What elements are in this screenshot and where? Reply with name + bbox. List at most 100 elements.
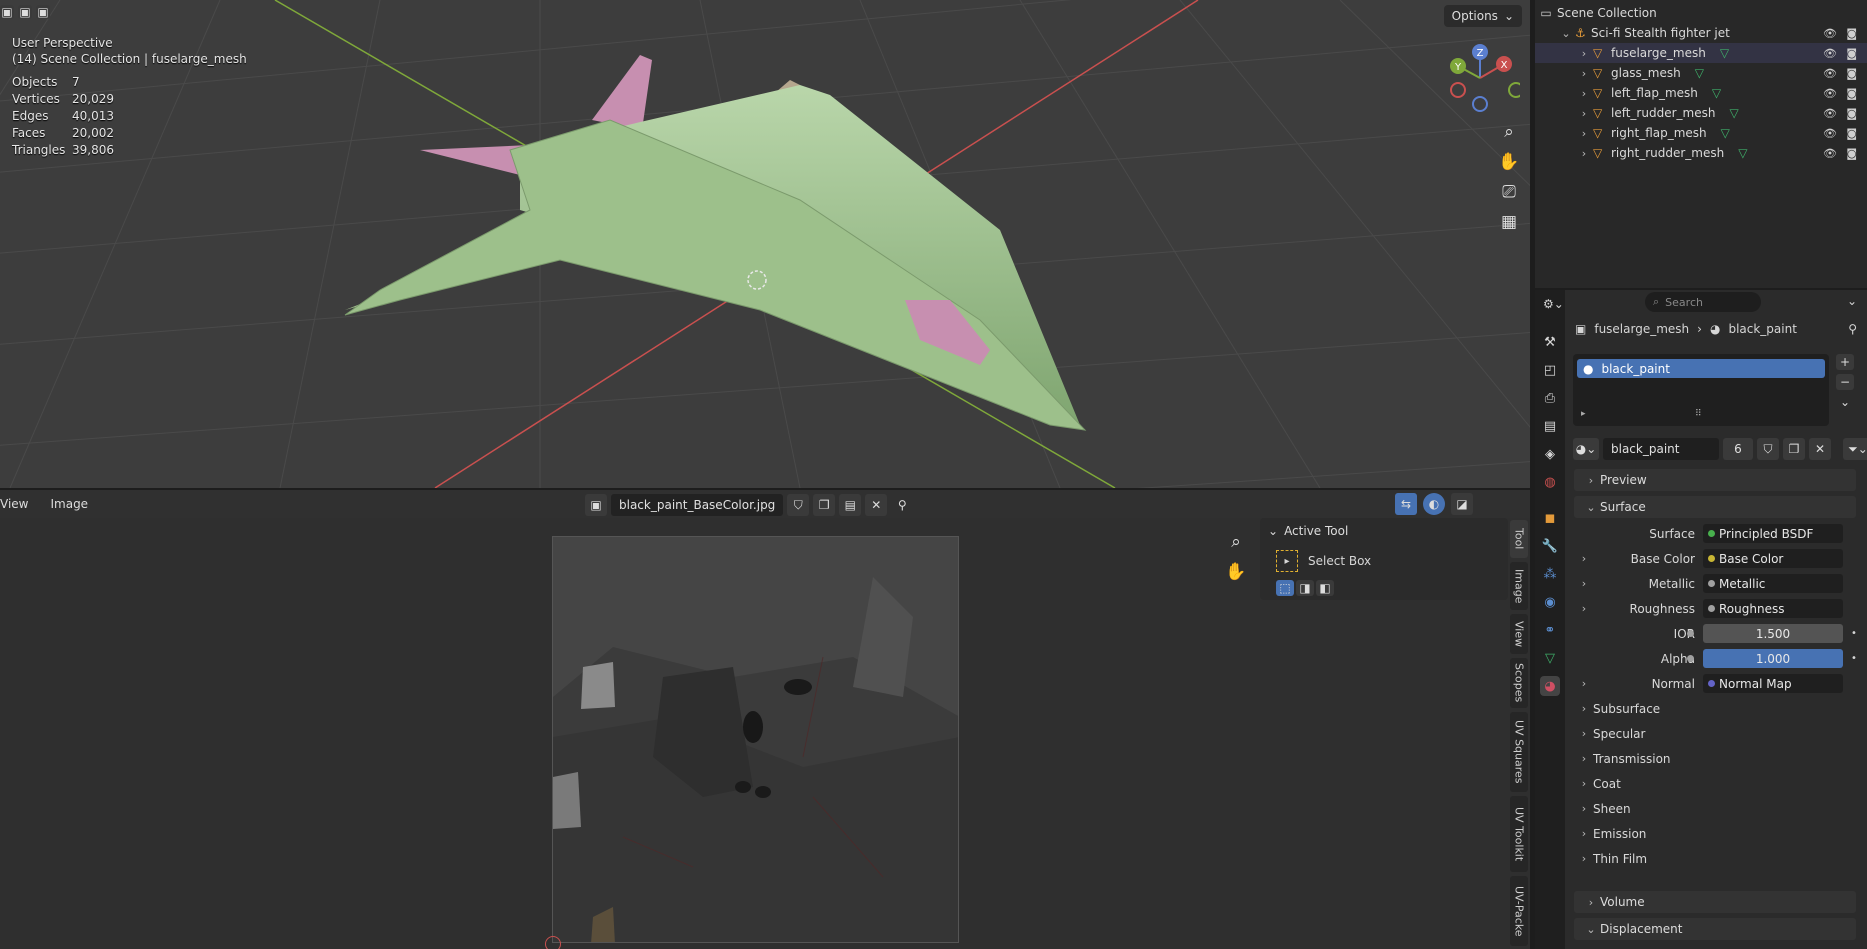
options-dropdown[interactable]: Options ⌄ xyxy=(1443,5,1522,27)
add-slot-icon[interactable]: + xyxy=(1836,354,1854,370)
image-browse-icon[interactable]: ▣ xyxy=(585,494,607,516)
select-subtract-icon[interactable]: ◧ xyxy=(1316,580,1334,596)
fake-user-shield-icon[interactable]: ⛉ xyxy=(787,494,810,516)
chevron-down-icon[interactable]: ⌄ xyxy=(1836,394,1854,410)
socket-dot-icon[interactable] xyxy=(1708,605,1715,612)
pan-hand-icon[interactable]: ✋ xyxy=(1495,148,1523,176)
chevron-right-icon[interactable]: › xyxy=(1575,677,1593,690)
scene-tab-icon[interactable]: ◈ xyxy=(1540,444,1560,464)
keyframe-dot-icon[interactable]: • xyxy=(1851,653,1857,664)
subpanel-header[interactable]: › Sheen xyxy=(1575,798,1631,819)
material-tab-icon[interactable]: ◕ xyxy=(1540,676,1560,696)
socket-dot-icon[interactable] xyxy=(1687,630,1694,637)
resize-handle-icon[interactable]: ⠿ xyxy=(1695,409,1702,419)
socket-dot-icon[interactable] xyxy=(1708,555,1715,562)
camera-icon[interactable]: ◙ xyxy=(1846,147,1857,160)
expand-arrow-icon[interactable]: ▸ xyxy=(1581,409,1586,419)
user-count[interactable]: 6 xyxy=(1723,438,1753,460)
search-input[interactable]: ⌕ Search xyxy=(1645,292,1761,312)
tab-uv-squares[interactable]: UV Squares xyxy=(1510,712,1528,792)
subpanel-header[interactable]: › Coat xyxy=(1575,773,1621,794)
chevron-down-icon[interactable]: ⌄ xyxy=(1847,294,1857,308)
world-tab-icon[interactable]: ◍ xyxy=(1540,472,1560,492)
camera-icon[interactable]: ◙ xyxy=(1846,107,1857,120)
select-mode-icon[interactable]: ▣ xyxy=(36,5,50,19)
surface-row-field[interactable]: 1.500 xyxy=(1687,624,1843,643)
tab-scopes[interactable]: Scopes xyxy=(1510,658,1528,708)
eye-icon[interactable]: 👁 xyxy=(1823,67,1837,80)
material-slots-list[interactable]: ● black_paint ▸ ⠿ xyxy=(1573,354,1829,426)
display-channels-icon[interactable]: ◪ xyxy=(1451,493,1473,515)
outliner-item[interactable]: › ▽ left_rudder_mesh ▽ 👁 ◙ xyxy=(1535,103,1867,123)
close-icon[interactable]: ✕ xyxy=(865,494,888,516)
output-tab-icon[interactable]: ⎙ xyxy=(1540,388,1560,408)
pan-hand-icon[interactable]: ✋ xyxy=(1222,558,1250,586)
select-mode-buttons[interactable]: ⬚ ◨ ◧ xyxy=(1276,580,1334,596)
outliner-root-collection[interactable]: ⌄ ⚓ Sci-fi Stealth fighter jet 👁 ◙ xyxy=(1535,23,1867,43)
eye-icon[interactable]: 👁 xyxy=(1823,107,1837,120)
mesh-data-tab-icon[interactable]: ▽ xyxy=(1540,648,1560,668)
menu-view[interactable]: View xyxy=(0,497,28,511)
render-tab-icon[interactable]: ◰ xyxy=(1540,360,1560,380)
chevron-right-icon[interactable]: › xyxy=(1575,602,1593,615)
socket-dot-icon[interactable] xyxy=(1687,655,1694,662)
camera-icon[interactable]: ◙ xyxy=(1846,127,1857,140)
section-surface[interactable]: ⌄ Surface xyxy=(1574,496,1856,518)
menu-image[interactable]: Image xyxy=(50,497,88,511)
eye-icon[interactable]: 👁 xyxy=(1823,27,1837,40)
select-mode-icon[interactable]: ▣ xyxy=(18,5,32,19)
active-tool-header[interactable]: ⌄ Active Tool xyxy=(1268,524,1348,538)
surface-row-field[interactable]: Principled BSDF xyxy=(1703,524,1843,543)
surface-row-field[interactable]: Roughness xyxy=(1703,599,1843,618)
fake-user-shield-icon[interactable]: ⛉ xyxy=(1757,438,1779,460)
3d-viewport[interactable]: User Perspective (14) Scene Collection |… xyxy=(0,0,1530,488)
section-preview[interactable]: › Preview xyxy=(1574,469,1856,491)
subpanel-header[interactable]: › Subsurface xyxy=(1575,698,1660,719)
tab-view[interactable]: View xyxy=(1510,614,1528,654)
subpanel-header[interactable]: › Thin Film xyxy=(1575,848,1647,869)
camera-icon[interactable]: ◙ xyxy=(1846,47,1857,60)
material-slot[interactable]: ● black_paint xyxy=(1577,359,1825,378)
camera-icon[interactable]: ◙ xyxy=(1846,67,1857,80)
particles-tab-icon[interactable]: ⁂ xyxy=(1540,564,1560,584)
tool-tab-icon[interactable]: ⚒ xyxy=(1540,332,1560,352)
view-layer-tab-icon[interactable]: ▤ xyxy=(1540,416,1560,436)
select-new-icon[interactable]: ⬚ xyxy=(1276,580,1294,596)
tab-uv-packer[interactable]: UV-Packe xyxy=(1510,876,1528,946)
physics-tab-icon[interactable]: ◉ xyxy=(1540,592,1560,612)
constraints-tab-icon[interactable]: ⚭ xyxy=(1540,620,1560,640)
camera-icon[interactable]: ◙ xyxy=(1846,27,1857,40)
duplicate-icon[interactable]: ❐ xyxy=(1783,438,1805,460)
socket-dot-icon[interactable] xyxy=(1708,530,1715,537)
section-displacement[interactable]: ⌄ Displacement xyxy=(1574,918,1856,940)
editor-type-icon[interactable]: ⚙⌄ xyxy=(1543,294,1573,314)
link-mode-icon[interactable]: ⏷⌄ xyxy=(1843,438,1867,460)
eye-icon[interactable]: 👁 xyxy=(1823,127,1837,140)
zoom-icon[interactable]: ⌕ xyxy=(1495,118,1523,146)
surface-row-field[interactable]: Metallic xyxy=(1703,574,1843,593)
zoom-icon[interactable]: ⌕ xyxy=(1222,528,1250,556)
socket-dot-icon[interactable] xyxy=(1708,680,1715,687)
navigation-gizmo[interactable]: Z X Y xyxy=(1440,40,1520,115)
texture-image[interactable] xyxy=(552,536,959,943)
2d-cursor-icon[interactable] xyxy=(545,936,561,949)
tab-image[interactable]: Image xyxy=(1510,562,1528,610)
eye-icon[interactable]: 👁 xyxy=(1823,47,1837,60)
remove-slot-icon[interactable]: − xyxy=(1836,374,1854,390)
image-name-field[interactable]: black_paint_BaseColor.jpg xyxy=(611,494,784,516)
outliner-item[interactable]: › ▽ right_flap_mesh ▽ 👁 ◙ xyxy=(1535,123,1867,143)
modifier-wrench-icon[interactable]: 🔧 xyxy=(1540,536,1560,556)
outliner-item[interactable]: › ▽ fuselarge_mesh ▽ 👁 ◙ xyxy=(1535,43,1867,63)
subpanel-header[interactable]: › Specular xyxy=(1575,723,1646,744)
subpanel-header[interactable]: › Emission xyxy=(1575,823,1647,844)
camera-view-icon[interactable]: ⎚ xyxy=(1495,178,1523,206)
close-icon[interactable]: ✕ xyxy=(1809,438,1831,460)
outliner-item[interactable]: › ▽ glass_mesh ▽ 👁 ◙ xyxy=(1535,63,1867,83)
duplicate-icon[interactable]: ❐ xyxy=(813,494,836,516)
eye-icon[interactable]: 👁 xyxy=(1823,87,1837,100)
overlay-icon[interactable]: ◐ xyxy=(1423,493,1445,515)
surface-row-field[interactable]: Base Color xyxy=(1703,549,1843,568)
socket-dot-icon[interactable] xyxy=(1708,580,1715,587)
open-folder-icon[interactable]: ▤ xyxy=(839,494,862,516)
tab-tool[interactable]: Tool xyxy=(1510,520,1528,558)
